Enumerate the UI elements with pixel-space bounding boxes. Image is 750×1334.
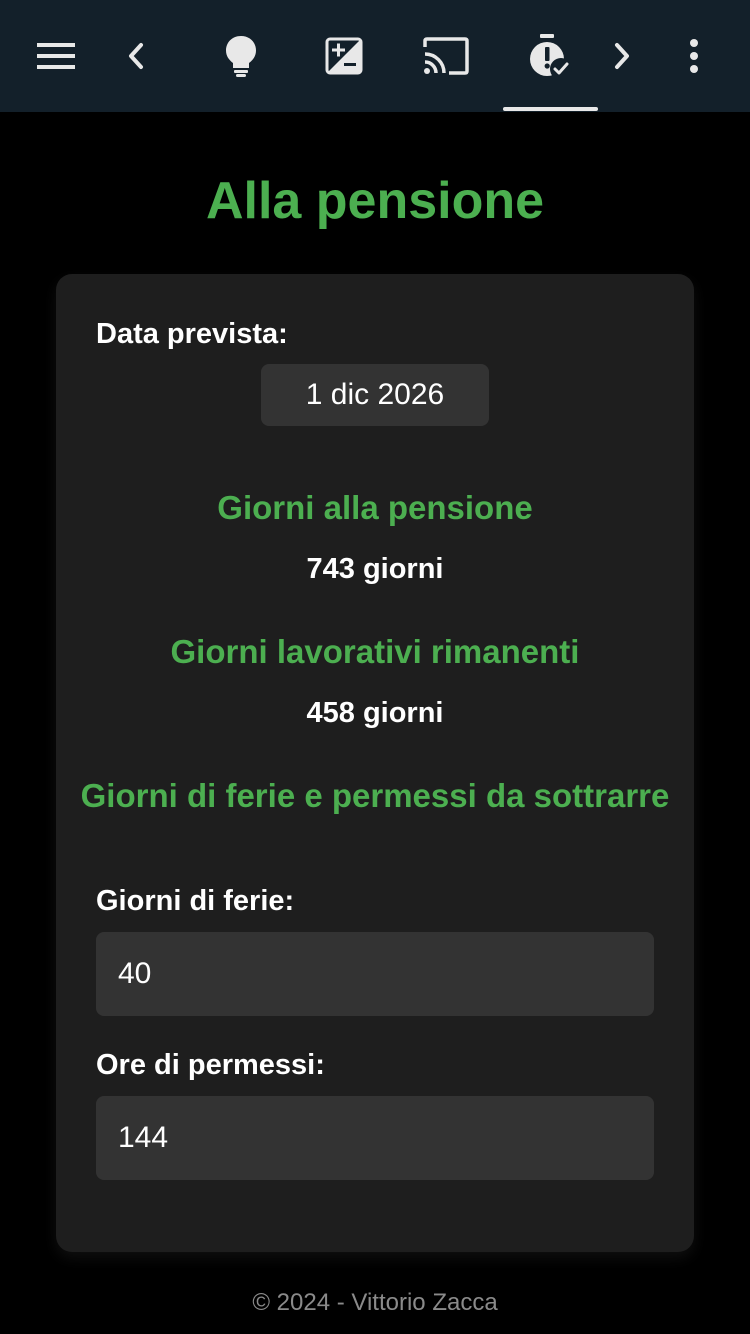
cast-icon bbox=[423, 37, 469, 75]
page-title: Alla pensione bbox=[205, 172, 545, 230]
tab-retirement-timer[interactable] bbox=[518, 20, 582, 92]
permit-hours-label: Ore di permessi: bbox=[96, 1049, 325, 1081]
lightbulb-icon bbox=[225, 35, 257, 77]
timer-alert-icon bbox=[528, 33, 572, 79]
subtract-days-title: Giorni di ferie e permessi da sottrarre bbox=[80, 777, 670, 814]
footer-copyright: © 2024 - Vittorio Zacca bbox=[252, 1289, 498, 1316]
more-options-button[interactable] bbox=[662, 20, 726, 92]
remaining-workdays-value: 458 giorni bbox=[306, 697, 444, 729]
holiday-days-input[interactable] bbox=[96, 932, 654, 1016]
chevron-left-icon bbox=[127, 42, 145, 70]
tab-lights[interactable] bbox=[209, 20, 273, 92]
holiday-days-label: Giorni di ferie: bbox=[96, 885, 295, 917]
menu-button[interactable] bbox=[24, 20, 88, 92]
scroll-left-button[interactable] bbox=[104, 20, 168, 92]
retirement-card: Data prevista: 1 dic 2026 Giorni alla pe… bbox=[56, 274, 694, 1252]
days-to-retirement-value: 743 giorni bbox=[306, 553, 444, 585]
permit-hours-input[interactable] bbox=[96, 1096, 654, 1180]
days-to-retirement-title: Giorni alla pensione bbox=[217, 489, 533, 526]
date-label: Data prevista: bbox=[96, 318, 288, 350]
remaining-workdays-title: Giorni lavorativi rimanenti bbox=[170, 633, 580, 670]
tab-calculator[interactable] bbox=[312, 20, 376, 92]
top-app-bar bbox=[0, 0, 750, 112]
menu-icon bbox=[37, 43, 75, 69]
date-picker-button[interactable]: 1 dic 2026 bbox=[261, 364, 489, 426]
tab-cast[interactable] bbox=[414, 20, 478, 92]
chevron-right-icon bbox=[613, 42, 631, 70]
active-tab-indicator bbox=[503, 107, 598, 111]
scroll-right-button[interactable] bbox=[590, 20, 654, 92]
more-vertical-icon bbox=[689, 39, 699, 73]
plus-minus-box-icon bbox=[325, 37, 363, 75]
